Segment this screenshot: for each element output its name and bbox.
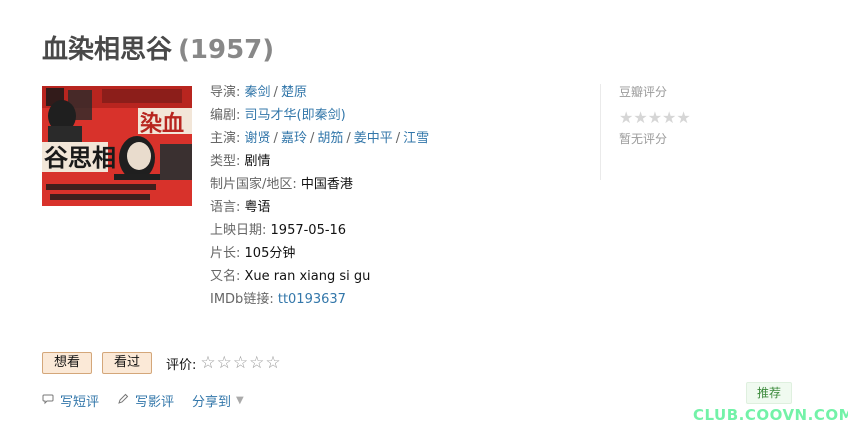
director-link[interactable]: 秦剑 <box>245 85 271 100</box>
cast-label: 主演: <box>210 131 241 146</box>
cast-link[interactable]: 江雪 <box>403 131 429 146</box>
write-review-link[interactable]: 写影评 <box>117 391 174 410</box>
site-watermark: CLUB.COOVN.COM <box>693 406 848 424</box>
genre-value: 剧情 <box>244 154 271 169</box>
release-value: 1957-05-16 <box>270 223 347 238</box>
want-to-watch-button[interactable]: 想看 <box>42 352 93 374</box>
aka-row: 又名: Xue ran xiang si gu <box>210 267 600 290</box>
imdb-row: IMDb链接: tt0193637 <box>210 290 600 313</box>
movie-title: 血染相思谷 (1957) <box>42 34 274 66</box>
recommend-button[interactable]: 推荐 <box>746 382 793 404</box>
rate-stars-icon[interactable]: ☆☆☆☆☆ <box>200 353 281 373</box>
country-row: 制片国家/地区: 中国香港 <box>210 175 600 198</box>
movie-poster[interactable]: 染血 谷思相 <box>42 86 192 206</box>
caret-down-icon: ▼ <box>236 394 244 406</box>
pencil-icon <box>117 393 129 408</box>
write-short-review-link[interactable]: 写短评 <box>42 391 99 410</box>
genre-label: 类型: <box>210 154 241 169</box>
rating-stars-icon: ★★★★★ <box>619 108 691 127</box>
director-label: 导演: <box>210 85 241 100</box>
no-rating-text: 暂无评分 <box>619 132 668 146</box>
action-bar: 想看 看过 评价: ☆☆☆☆☆ <box>42 352 282 374</box>
release-label: 上映日期: <box>210 223 267 238</box>
language-label: 语言: <box>210 200 241 215</box>
rating-title: 豆瓣评分 <box>619 85 668 99</box>
runtime-label: 片长: <box>210 246 241 261</box>
cast-link[interactable]: 姜中平 <box>354 131 393 146</box>
writer-label: 编剧: <box>210 108 241 123</box>
cast-link[interactable]: 嘉玲 <box>281 131 307 146</box>
movie-info: 导演: 秦剑 / 楚原 编剧: 司马才华(即秦剑) 主演: 谢贤 / 嘉玲 / 胡笳 / 姜中平… <box>210 83 600 313</box>
director-row: 导演: 秦剑 / 楚原 <box>210 85 307 100</box>
imdb-label: IMDb链接: <box>210 292 274 307</box>
cast-row: 主演: 谢贤 / 嘉玲 / 胡笳 / 姜中平 / 江雪 <box>210 131 430 146</box>
cast-link[interactable]: 胡笳 <box>317 131 343 146</box>
language-row: 语言: 粤语 <box>210 198 600 221</box>
comment-icon <box>42 393 54 408</box>
runtime-value: 105分钟 <box>244 246 296 261</box>
write-short-review-label: 写短评 <box>60 394 100 410</box>
watched-button[interactable]: 看过 <box>102 352 153 374</box>
svg-text:染血: 染血 <box>140 111 184 137</box>
writer-link[interactable]: 司马才华(即秦剑) <box>245 108 346 123</box>
review-links: 写短评 写影评 分享到 ▼ <box>42 390 262 410</box>
aka-value: Xue ran xiang si gu <box>244 269 371 284</box>
movie-year: (1957) <box>178 35 275 65</box>
svg-text:谷思相: 谷思相 <box>44 143 116 172</box>
share-menu[interactable]: 分享到 ▼ <box>192 391 244 410</box>
cast-link[interactable]: 谢贤 <box>245 131 271 146</box>
imdb-link[interactable]: tt0193637 <box>278 292 346 307</box>
release-row: 上映日期: 1957-05-16 <box>210 221 600 244</box>
language-value: 粤语 <box>244 200 271 215</box>
write-review-label: 写影评 <box>135 394 175 410</box>
country-label: 制片国家/地区: <box>210 177 297 192</box>
writer-row: 编剧: 司马才华(即秦剑) <box>210 106 600 129</box>
movie-title-name: 血染相思谷 <box>42 35 173 65</box>
runtime-row: 片长: 105分钟 <box>210 244 600 267</box>
country-value: 中国香港 <box>300 177 353 192</box>
director-link[interactable]: 楚原 <box>281 85 307 100</box>
douban-rating-box: 豆瓣评分 ★★★★★ 暂无评分 <box>600 84 740 180</box>
share-label: 分享到 <box>192 394 232 410</box>
aka-label: 又名: <box>210 269 241 284</box>
poster-image: 染血 谷思相 <box>42 86 192 206</box>
genre-row: 类型: 剧情 <box>210 152 600 175</box>
rate-label: 评价: <box>166 357 197 373</box>
